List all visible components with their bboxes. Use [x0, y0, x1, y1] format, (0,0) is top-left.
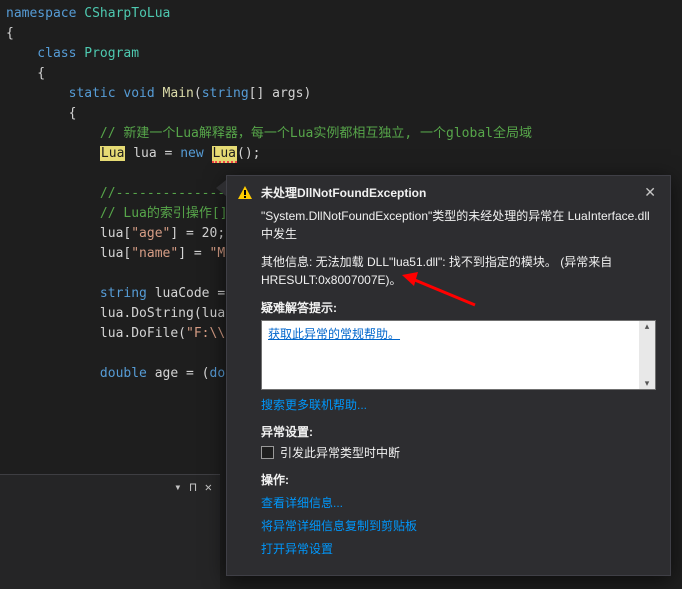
scroll-up-icon[interactable]: ▴: [645, 321, 650, 332]
code-token: "age": [131, 226, 170, 241]
exception-message: "System.DllNotFoundException"类型的未经处理的异常在…: [261, 207, 656, 243]
code-token: string: [6, 286, 147, 301]
code-token: new: [180, 146, 203, 161]
highlight-type: Lua: [100, 146, 125, 161]
code-token: void: [116, 86, 155, 101]
code-token: Program: [76, 46, 139, 61]
code-token: "name": [131, 246, 178, 261]
checkbox[interactable]: [261, 446, 274, 459]
code-token: [204, 146, 212, 161]
code-token: static: [6, 86, 116, 101]
code-token: ] =: [178, 246, 209, 261]
break-checkbox-row[interactable]: 引发此异常类型时中断: [261, 444, 656, 461]
code-line: {: [6, 64, 682, 84]
code-token: string: [202, 86, 249, 101]
tips-label: 疑难解答提示:: [261, 299, 656, 316]
scroll-down-icon[interactable]: ▾: [645, 378, 650, 389]
code-token: double: [6, 366, 147, 381]
code-token: [6, 146, 100, 161]
code-token: lua.DoFile(: [6, 326, 186, 341]
scrollbar[interactable]: ▴▾: [639, 321, 655, 389]
code-token: age = (: [147, 366, 210, 381]
error-token[interactable]: Lua: [212, 146, 237, 163]
tips-link[interactable]: 获取此异常的常规帮助。: [268, 327, 400, 341]
popup-title: 未处理DllNotFoundException: [261, 184, 632, 201]
code-token: [] args): [249, 86, 312, 101]
code-token: CSharpToLua: [76, 6, 170, 21]
exception-detail: 其他信息: 无法加载 DLL"lua51.dll": 找不到指定的模块。 (异常…: [261, 253, 656, 289]
settings-label: 异常设置:: [261, 423, 656, 440]
code-token: ] = 20;: [170, 226, 225, 241]
warning-icon: [237, 185, 253, 201]
code-token: class: [6, 46, 76, 61]
code-token: ();: [237, 146, 260, 161]
code-token: namespace: [6, 6, 76, 21]
copy-details-link[interactable]: 将异常详细信息复制到剪贴板: [261, 517, 656, 534]
code-line: {: [6, 24, 682, 44]
code-line: {: [6, 104, 682, 124]
open-settings-link[interactable]: 打开异常设置: [261, 540, 656, 557]
view-details-link[interactable]: 查看详细信息...: [261, 494, 656, 511]
code-token: lua =: [125, 146, 180, 161]
exception-popup: 未处理DllNotFoundException ✕ "System.DllNot…: [226, 175, 671, 576]
dropdown-icon[interactable]: ▾: [174, 480, 181, 494]
pin-icon[interactable]: ⊓: [190, 480, 197, 494]
code-token: lua[: [6, 246, 131, 261]
close-icon[interactable]: ✕: [205, 480, 212, 494]
bottom-panel: ▾ ⊓ ✕: [0, 474, 220, 589]
search-help-link[interactable]: 搜索更多联机帮助...: [261, 396, 656, 413]
code-token: lua[: [6, 226, 131, 241]
tips-box[interactable]: 获取此异常的常规帮助。 ▴▾: [261, 320, 656, 390]
popup-pointer: [216, 180, 226, 196]
actions-label: 操作:: [261, 471, 656, 488]
code-token: Main: [155, 86, 194, 101]
code-token: (: [194, 86, 202, 101]
checkbox-label: 引发此异常类型时中断: [280, 444, 400, 461]
code-token: luaCode =: [147, 286, 233, 301]
code-comment: // 新建一个Lua解释器，每一个Lua实例都相互独立, 一个global全局域: [6, 124, 682, 144]
close-button[interactable]: ✕: [640, 184, 660, 201]
